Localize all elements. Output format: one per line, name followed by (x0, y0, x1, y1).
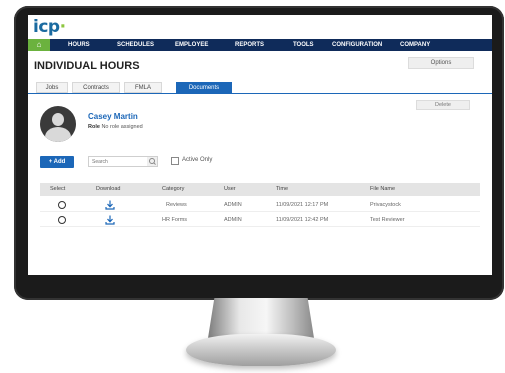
logo-text: icp (33, 17, 60, 37)
delete-button[interactable]: Delete (416, 100, 470, 110)
column-header-file-name[interactable]: File Name (370, 183, 395, 196)
logo-mark-icon: · (59, 17, 66, 37)
logo-bar: icp· (28, 15, 492, 39)
nav-item-hours[interactable]: HOURS (68, 39, 90, 51)
nav-item-tools[interactable]: TOOLS (293, 39, 314, 51)
nav-item-schedules[interactable]: SCHEDULES (117, 39, 154, 51)
main-nav: ⌂ HOURS SCHEDULES EMPLOYEE REPORTS TOOLS… (28, 39, 492, 51)
add-button[interactable]: + Add (40, 156, 74, 168)
active-only-label: Active Only (182, 157, 213, 163)
nav-item-reports[interactable]: REPORTS (235, 39, 264, 51)
nav-item-configuration[interactable]: CONFIGURATION (332, 39, 382, 51)
column-header-download[interactable]: Download (96, 183, 120, 196)
column-header-select[interactable]: Select (50, 183, 65, 196)
nav-item-company[interactable]: COMPANY (400, 39, 430, 51)
role-label: Role (88, 124, 100, 130)
home-icon[interactable]: ⌂ (28, 39, 50, 51)
cell-category: HR Forms (162, 217, 188, 223)
tab-underline (28, 93, 492, 94)
screen: icp· ⌂ HOURS SCHEDULES EMPLOYEE REPORTS … (28, 15, 492, 275)
column-header-user[interactable]: User (224, 183, 236, 196)
cell-time: 11/09/2021 12:42 PM (276, 217, 329, 223)
cell-user: ADMIN (224, 202, 242, 208)
search-icon[interactable] (147, 157, 157, 166)
download-icon[interactable] (105, 200, 115, 210)
profile-name: Casey Martin (88, 112, 138, 121)
table-row: Reviews ADMIN 11/09/2021 12:17 PM Privac… (40, 198, 480, 212)
table-header: Select Download Category User Time File … (40, 183, 480, 196)
cell-category: Reviews (166, 202, 187, 208)
user-icon (52, 113, 64, 126)
download-icon[interactable] (105, 215, 115, 225)
tab-contracts[interactable]: Contracts (72, 82, 120, 93)
options-button[interactable]: Options (408, 57, 474, 69)
app-logo[interactable]: icp· (33, 17, 66, 37)
monitor-stand-neck (208, 298, 314, 338)
table-row: HR Forms ADMIN 11/09/2021 12:42 PM Test … (40, 213, 480, 227)
tab-fmla[interactable]: FMLA (124, 82, 162, 93)
tab-jobs[interactable]: Jobs (36, 82, 68, 93)
active-only-checkbox[interactable] (171, 157, 179, 165)
row-select-radio[interactable] (58, 201, 66, 209)
cell-file-name[interactable]: Privacystock (370, 198, 401, 212)
page-title: INDIVIDUAL HOURS (34, 60, 140, 72)
cell-time: 11/09/2021 12:17 PM (276, 202, 329, 208)
nav-item-employee[interactable]: EMPLOYEE (175, 39, 208, 51)
role-line: Role No role assigned (88, 124, 143, 130)
avatar-body (45, 127, 71, 142)
cell-file-name[interactable]: Test Reviewer (370, 213, 405, 227)
column-header-category[interactable]: Category (162, 183, 184, 196)
role-value: No role assigned (101, 124, 143, 130)
column-header-time[interactable]: Time (276, 183, 288, 196)
row-select-radio[interactable] (58, 216, 66, 224)
avatar (40, 106, 76, 142)
monitor-stand-base (186, 334, 336, 366)
tab-documents[interactable]: Documents (176, 82, 232, 93)
cell-user: ADMIN (224, 217, 242, 223)
